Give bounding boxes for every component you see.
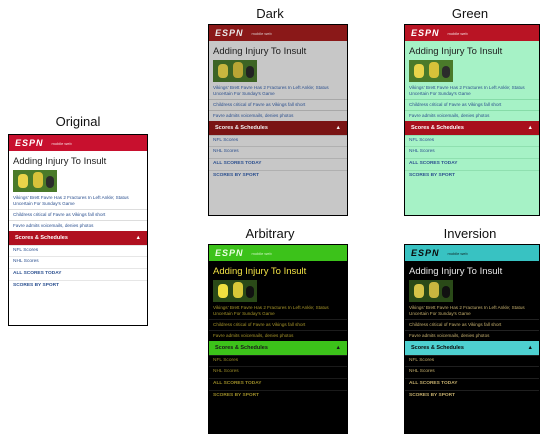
header-subtitle: mobile web [251, 30, 272, 36]
app-header: ESPN mobile web [9, 135, 147, 151]
scores-link-nhl[interactable]: NHL Scores [405, 146, 539, 158]
scores-link-all[interactable]: ALL SCORES TODAY [9, 268, 147, 280]
divider [9, 208, 147, 210]
article-photo[interactable] [409, 59, 453, 82]
phone-arbitrary: ESPN mobile web Adding Injury To Insult … [208, 244, 348, 434]
scores-link-all[interactable]: ALL SCORES TODAY [209, 158, 347, 170]
section-title: Scores & Schedules [15, 234, 68, 241]
scores-link-nfl[interactable]: NFL Scores [209, 354, 347, 367]
section-header[interactable]: Scores & Schedules ▲ [9, 230, 147, 245]
collapse-arrow-icon[interactable]: ▲ [136, 235, 141, 241]
article-title[interactable]: Adding Injury To Insult [409, 47, 535, 57]
scores-link-by-sport[interactable]: SCORES BY SPORT [209, 389, 347, 402]
section-header[interactable]: Scores & Schedules ▲ [209, 120, 347, 135]
label-arbitrary: Arbitrary [245, 226, 295, 241]
divider [209, 109, 347, 111]
article-title[interactable]: Adding Injury To Insult [213, 47, 343, 57]
label-inversion: Inversion [443, 226, 497, 241]
headline-link[interactable]: Vikings' Brett Favre Has 2 Fractures In … [409, 85, 535, 97]
divider [9, 219, 147, 221]
article-photo[interactable] [213, 279, 257, 302]
headline-link[interactable]: Childress critical of Favre as Vikings f… [213, 102, 343, 108]
scores-link-nfl[interactable]: NFL Scores [405, 354, 539, 367]
headline-link[interactable]: Favre admits voicemails, denies photos [409, 333, 535, 339]
section-title: Scores & Schedules [411, 344, 464, 351]
section-header[interactable]: Scores & Schedules ▲ [405, 120, 539, 135]
scores-link-nhl[interactable]: NHL Scores [9, 256, 147, 268]
app-header: ESPN mobile web [209, 245, 347, 261]
scores-link-nhl[interactable]: NHL Scores [209, 146, 347, 158]
article-title[interactable]: Adding Injury To Insult [409, 267, 535, 277]
headline-link[interactable]: Vikings' Brett Favre Has 2 Fractures In … [213, 305, 343, 317]
divider [405, 109, 539, 111]
scores-link-by-sport[interactable]: SCORES BY SPORT [209, 169, 347, 182]
header-subtitle: mobile web [251, 250, 272, 256]
header-subtitle: mobile web [51, 140, 72, 146]
scores-link-by-sport[interactable]: SCORES BY SPORT [9, 279, 147, 292]
section-title: Scores & Schedules [215, 344, 268, 351]
section-title: Scores & Schedules [411, 124, 464, 131]
article-title[interactable]: Adding Injury To Insult [213, 267, 343, 277]
headline-link[interactable]: Favre admits voicemails, denies photos [213, 113, 343, 119]
phone-original: ESPN mobile web Adding Injury To Insult … [8, 134, 148, 326]
espn-logo: ESPN [411, 248, 440, 258]
header-subtitle: mobile web [447, 30, 468, 36]
headline-link[interactable]: Favre admits voicemails, denies photos [13, 223, 143, 229]
collapse-arrow-icon[interactable]: ▲ [336, 125, 341, 131]
scores-link-by-sport[interactable]: SCORES BY SPORT [405, 169, 539, 182]
headline-link[interactable]: Vikings' Brett Favre Has 2 Fractures In … [409, 305, 535, 317]
scores-link-nhl[interactable]: NHL Scores [405, 366, 539, 378]
label-green: Green [451, 6, 489, 21]
label-dark: Dark [256, 6, 284, 21]
section-title: Scores & Schedules [215, 124, 268, 131]
header-subtitle: mobile web [447, 250, 468, 256]
scores-link-all[interactable]: ALL SCORES TODAY [405, 378, 539, 390]
espn-logo: ESPN [15, 138, 44, 148]
app-header: ESPN mobile web [405, 245, 539, 261]
scores-link-nfl[interactable]: NFL Scores [9, 244, 147, 257]
phone-green: ESPN mobile web Adding Injury To Insult … [404, 24, 540, 216]
collapse-arrow-icon[interactable]: ▲ [528, 345, 533, 351]
divider [209, 98, 347, 100]
app-header: ESPN mobile web [405, 25, 539, 41]
label-original: Original [55, 114, 101, 129]
scores-link-nfl[interactable]: NFL Scores [209, 134, 347, 147]
scores-link-nfl[interactable]: NFL Scores [405, 134, 539, 147]
headline-link[interactable]: Childress critical of Favre as Vikings f… [213, 322, 343, 328]
collapse-arrow-icon[interactable]: ▲ [528, 125, 533, 131]
phone-inversion: ESPN mobile web Adding Injury To Insult … [404, 244, 540, 434]
espn-logo: ESPN [215, 248, 244, 258]
scores-link-all[interactable]: ALL SCORES TODAY [209, 378, 347, 390]
headline-link[interactable]: Childress critical of Favre as Vikings f… [409, 322, 535, 328]
headline-link[interactable]: Childress critical of Favre as Vikings f… [409, 102, 535, 108]
espn-logo: ESPN [411, 28, 440, 38]
article-photo[interactable] [409, 279, 453, 302]
headline-link[interactable]: Favre admits voicemails, denies photos [409, 113, 535, 119]
section-header[interactable]: Scores & Schedules ▲ [405, 340, 539, 355]
article-photo[interactable] [13, 169, 57, 192]
article-title[interactable]: Adding Injury To Insult [13, 157, 143, 167]
headline-link[interactable]: Vikings' Brett Favre Has 2 Fractures In … [13, 195, 143, 207]
article-photo[interactable] [213, 59, 257, 82]
divider [405, 98, 539, 100]
divider [209, 329, 347, 331]
divider [405, 329, 539, 331]
espn-logo: ESPN [215, 28, 244, 38]
phone-dark: ESPN mobile web Adding Injury To Insult … [208, 24, 348, 216]
scores-link-by-sport[interactable]: SCORES BY SPORT [405, 389, 539, 402]
headline-link[interactable]: Favre admits voicemails, denies photos [213, 333, 343, 339]
scores-link-all[interactable]: ALL SCORES TODAY [405, 158, 539, 170]
section-header[interactable]: Scores & Schedules ▲ [209, 340, 347, 355]
divider [209, 318, 347, 320]
collapse-arrow-icon[interactable]: ▲ [336, 345, 341, 351]
app-header: ESPN mobile web [209, 25, 347, 41]
divider [405, 318, 539, 320]
scores-link-nhl[interactable]: NHL Scores [209, 366, 347, 378]
headline-link[interactable]: Childress critical of Favre as Vikings f… [13, 212, 143, 218]
headline-link[interactable]: Vikings' Brett Favre Has 2 Fractures In … [213, 85, 343, 97]
